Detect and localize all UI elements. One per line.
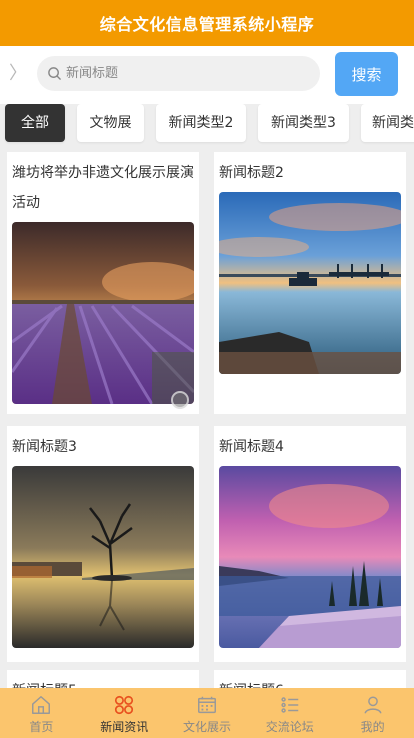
search-input[interactable] <box>66 62 306 85</box>
app-header: 综合文化信息管理系统小程序 <box>0 0 414 46</box>
category-tabs: 全部 文物展 新闻类型2 新闻类型3 新闻类型4 <box>0 104 414 148</box>
news-card-title: 新闻标题4 <box>219 439 284 455</box>
news-card-image-lavender-field <box>12 222 194 404</box>
tab-news-type-3[interactable]: 新闻类型3 <box>258 104 349 142</box>
nav-home[interactable]: 首页 <box>0 688 83 738</box>
nav-profile[interactable]: 我的 <box>331 688 414 738</box>
nav-label: 新闻资讯 <box>100 720 149 734</box>
forum-icon <box>281 697 299 713</box>
nav-news[interactable]: 新闻资讯 <box>83 688 166 738</box>
page: 综合文化信息管理系统小程序 〉 搜索 全部 文物展 新闻类型2 新闻类型3 新闻… <box>0 0 414 738</box>
search-icon <box>48 67 61 80</box>
search-field[interactable] <box>37 56 320 91</box>
nav-label: 首页 <box>29 720 54 734</box>
floating-indicator[interactable] <box>171 391 189 409</box>
bottom-tab-bar: 首页 新闻资讯 文化展示 交流论坛 我的 <box>0 688 414 738</box>
news-card-title: 新闻标题3 <box>12 439 77 455</box>
nav-label: 我的 <box>360 720 385 734</box>
nav-label: 文化展示 <box>182 720 231 734</box>
news-card-image-pier-sunset <box>219 192 401 374</box>
search-bar: 〉 搜索 <box>0 46 414 104</box>
user-icon <box>364 696 382 714</box>
news-card-title: 新闻标题2 <box>219 165 284 181</box>
page-title: 综合文化信息管理系统小程序 <box>99 15 315 34</box>
tab-all[interactable]: 全部 <box>5 104 65 142</box>
nav-label: 交流论坛 <box>265 720 314 734</box>
nav-culture[interactable]: 文化展示 <box>166 688 249 738</box>
news-card[interactable]: 新闻标题3 <box>7 426 199 662</box>
news-card-title: 潍坊将举办非遗文化展示展演活动 <box>12 165 194 211</box>
culture-icon <box>198 696 216 714</box>
news-card-image-crater-lake-dusk <box>219 466 401 648</box>
news-card-image-lone-tree-lake <box>12 466 194 648</box>
tab-news-type-2[interactable]: 新闻类型2 <box>156 104 246 142</box>
chevron-right-icon[interactable]: 〉 <box>9 62 27 86</box>
news-icon <box>115 695 134 715</box>
tab-relics-exhibition[interactable]: 文物展 <box>77 104 144 142</box>
tab-news-type-4[interactable]: 新闻类型4 <box>361 104 414 142</box>
home-icon <box>32 696 51 714</box>
news-card[interactable]: 新闻标题2 <box>214 152 406 414</box>
news-card[interactable]: 新闻标题4 <box>214 426 406 662</box>
nav-forum[interactable]: 交流论坛 <box>248 688 331 738</box>
news-card[interactable]: 潍坊将举办非遗文化展示展演活动 <box>7 152 199 414</box>
search-button[interactable]: 搜索 <box>335 52 398 96</box>
